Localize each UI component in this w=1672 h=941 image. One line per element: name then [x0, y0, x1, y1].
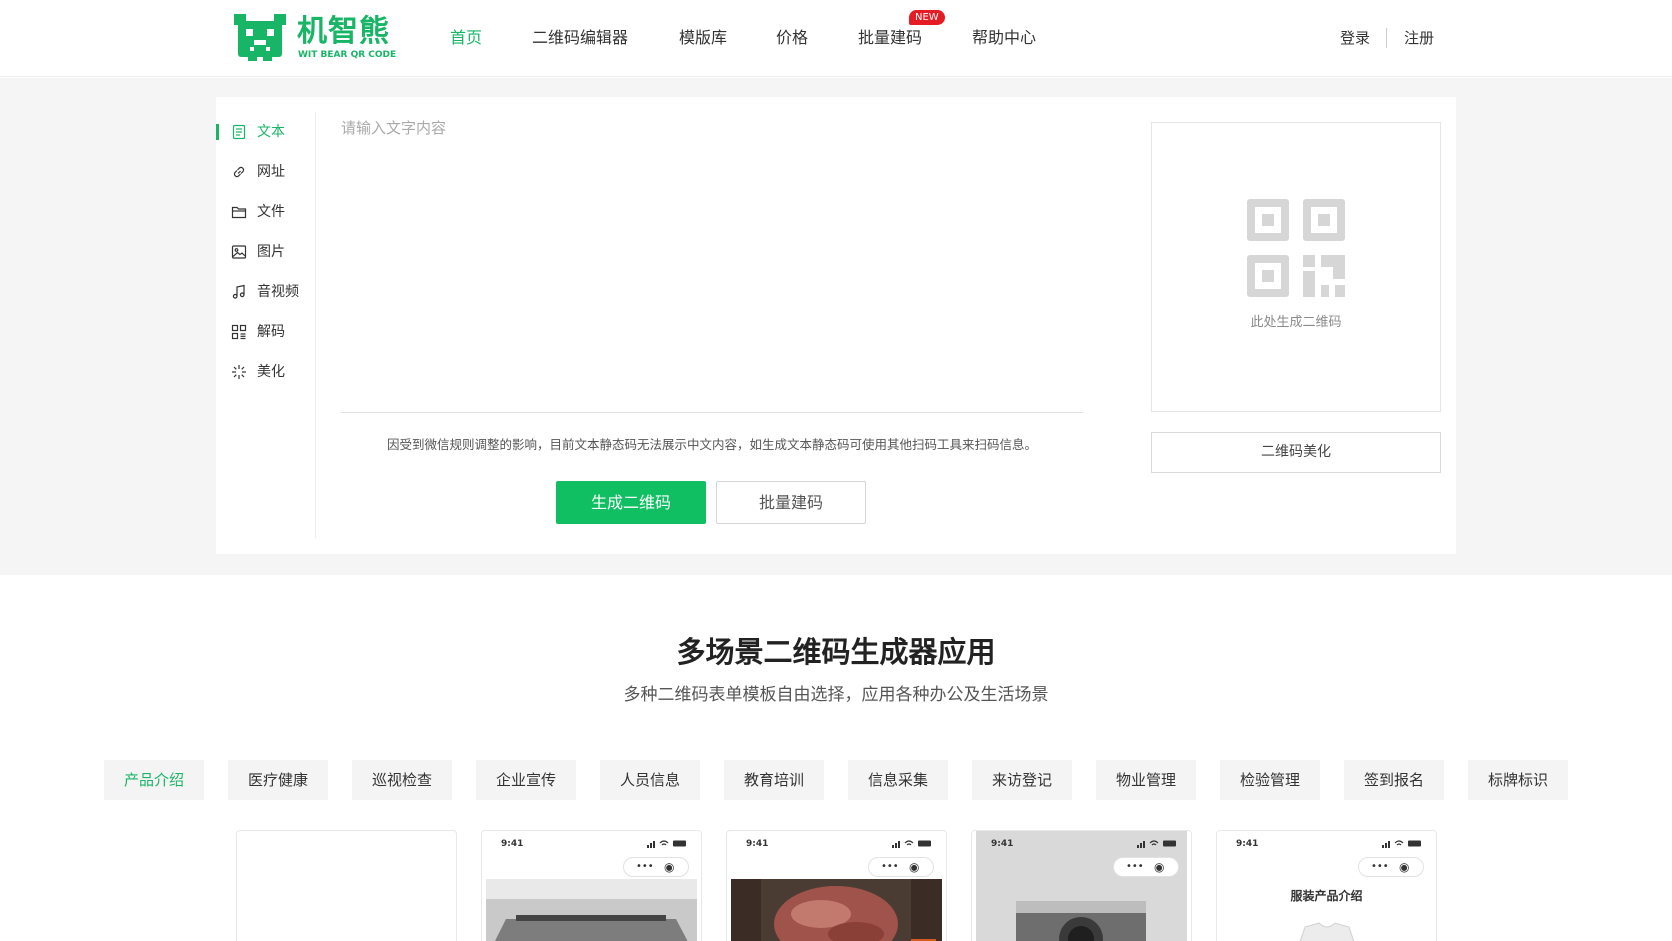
image-icon — [231, 245, 247, 259]
folder-icon — [231, 206, 247, 219]
sidebar-item-label: 网址 — [257, 164, 285, 180]
batch-create-button[interactable]: 批量建码 — [716, 481, 866, 524]
music-icon — [232, 284, 245, 299]
category-tab-sign-in[interactable]: 签到报名 — [1344, 760, 1444, 800]
link-icon — [233, 166, 245, 178]
template-card[interactable]: 9:41 ••• ◉ — [971, 830, 1192, 941]
category-tab-inspection[interactable]: 巡视检查 — [352, 760, 452, 800]
sidebar-item-label: 音视频 — [257, 284, 299, 300]
sidebar-item-beautify[interactable]: 美化 — [216, 359, 306, 387]
nav-home[interactable]: 首页 — [450, 26, 482, 50]
phone-time: 9:41 — [501, 839, 524, 849]
template-card[interactable] — [236, 830, 457, 941]
sidebar-item-audio-video[interactable]: 音视频 — [216, 279, 306, 307]
template-card[interactable]: 9:41 ••• ◉ — [726, 830, 947, 941]
phone-time: 9:41 — [991, 839, 1014, 849]
nav-qr-editor[interactable]: 二维码编辑器 — [532, 26, 628, 50]
mini-program-capsule: ••• ◉ — [868, 857, 934, 877]
sidebar-divider — [315, 112, 316, 538]
category-tab-medical[interactable]: 医疗健康 — [228, 760, 328, 800]
sidebar-item-url[interactable]: 网址 — [216, 159, 306, 187]
category-tab-signage[interactable]: 标牌标识 — [1468, 760, 1568, 800]
text-content-input[interactable] — [341, 114, 1081, 410]
phone-status-icons — [1137, 840, 1176, 848]
sidebar-item-label: 图片 — [257, 244, 285, 260]
mini-program-capsule: ••• ◉ — [623, 857, 689, 877]
nav-template-library[interactable]: 模版库 — [679, 26, 727, 50]
section-title: 多场景二维码生成器应用 — [676, 635, 996, 669]
brand-name: 机智熊 — [297, 14, 390, 49]
sidebar-item-text[interactable]: 文本 — [216, 119, 306, 147]
clothing-image — [1299, 922, 1355, 941]
phone-time: 9:41 — [746, 839, 769, 849]
login-link[interactable]: 登录 — [1340, 26, 1370, 50]
section-subtitle: 多种二维码表单模板自由选择，应用各种办公及生活场景 — [623, 685, 1049, 705]
sidebar-item-label: 文件 — [257, 204, 285, 220]
nav-pricing[interactable]: 价格 — [776, 26, 808, 50]
category-tab-education[interactable]: 教育培训 — [724, 760, 824, 800]
sidebar-item-label: 文本 — [257, 124, 285, 140]
wechat-notice: 因受到微信规则调整的影响，目前文本静态码无法展示中文内容，如生成文本静态码可使用… — [386, 437, 1037, 452]
sidebar-item-label: 解码 — [257, 324, 285, 340]
new-badge: NEW — [909, 10, 945, 25]
sidebar-item-image[interactable]: 图片 — [216, 239, 306, 267]
qr-placeholder-icon — [1247, 199, 1345, 297]
category-tab-product-intro[interactable]: 产品介绍 — [104, 760, 204, 800]
document-icon — [232, 124, 246, 140]
template-card[interactable]: 9:41 ••• ◉ 服装产品介绍 — [1216, 830, 1437, 941]
generate-qr-button[interactable]: 生成二维码 — [556, 481, 706, 524]
auth-divider — [1386, 28, 1387, 48]
qr-scan-icon — [231, 324, 247, 340]
brand-logo[interactable]: 机智熊 WIT BEAR QR CODE — [234, 14, 397, 62]
sidebar-item-decode[interactable]: 解码 — [216, 319, 306, 347]
mini-program-capsule: ••• ◉ — [1358, 857, 1424, 877]
card-title: 服装产品介绍 — [1290, 889, 1363, 903]
category-tab-info-collection[interactable]: 信息采集 — [848, 760, 948, 800]
brand-subtitle: WIT BEAR QR CODE — [298, 50, 397, 60]
nav-help-center[interactable]: 帮助中心 — [972, 26, 1036, 50]
qr-beautify-button[interactable]: 二维码美化 — [1151, 432, 1441, 473]
register-link[interactable]: 注册 — [1404, 26, 1434, 50]
range-hood-image — [486, 879, 697, 941]
category-tab-property[interactable]: 物业管理 — [1096, 760, 1196, 800]
bear-qr-logo-icon — [234, 14, 286, 61]
meat-product-image — [731, 879, 942, 941]
active-indicator — [216, 124, 219, 140]
qr-preview-box: 此处生成二维码 — [1151, 122, 1441, 412]
category-tab-enterprise[interactable]: 企业宣传 — [476, 760, 576, 800]
site-header: 机智熊 WIT BEAR QR CODE 首页 二维码编辑器 模版库 价格 批量… — [0, 0, 1672, 77]
sidebar-item-file[interactable]: 文件 — [216, 199, 306, 227]
phone-status-icons — [892, 840, 931, 848]
phone-status-icons — [1382, 840, 1421, 848]
phone-status-icons — [647, 840, 686, 848]
mini-program-capsule: ••• ◉ — [1113, 857, 1179, 877]
sparkle-icon — [232, 365, 246, 379]
input-underline — [341, 412, 1083, 413]
category-tab-visitor-registration[interactable]: 来访登记 — [972, 760, 1072, 800]
qr-preview-caption: 此处生成二维码 — [1250, 315, 1342, 330]
phone-time: 9:41 — [1236, 839, 1259, 849]
nav-batch-create[interactable]: 批量建码 — [858, 26, 922, 50]
category-tab-quality-check[interactable]: 检验管理 — [1220, 760, 1320, 800]
category-tab-personnel[interactable]: 人员信息 — [600, 760, 700, 800]
template-card[interactable]: 9:41 ••• ◉ — [481, 830, 702, 941]
sidebar-item-label: 美化 — [257, 364, 285, 380]
